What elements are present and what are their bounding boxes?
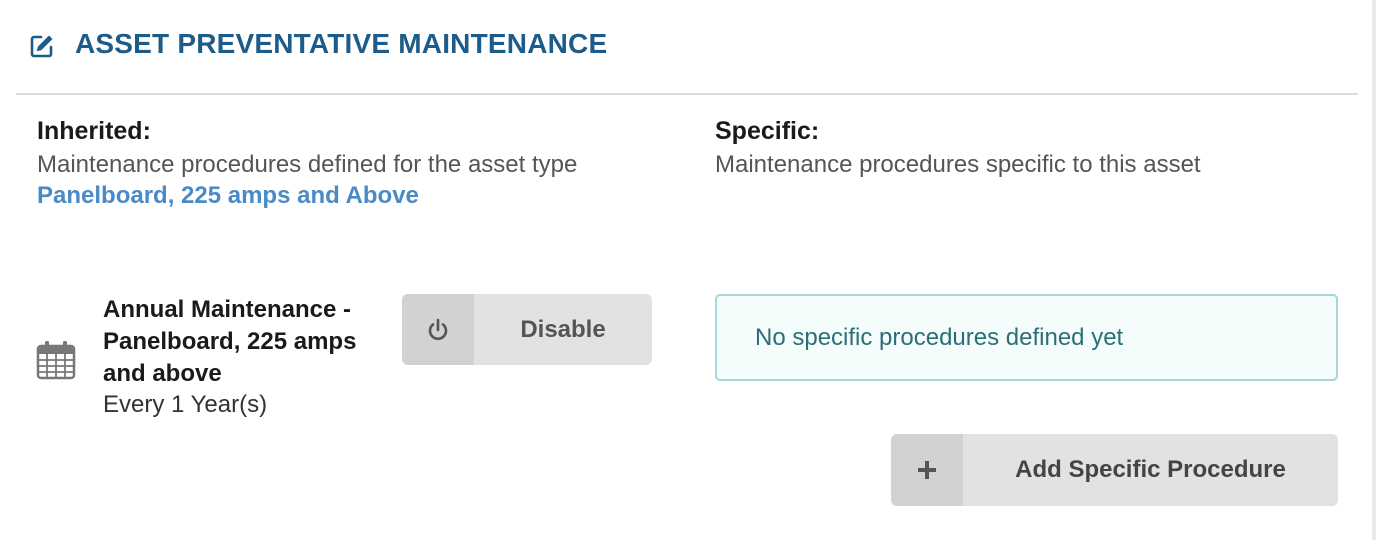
disable-button-label: Disable [474, 294, 652, 365]
procedure-name: Annual Maintenance - Panelboard, 225 amp… [103, 296, 357, 387]
plus-icon [891, 434, 963, 506]
calendar-icon [36, 341, 76, 380]
empty-procedures-alert: No specific procedures defined yet [715, 294, 1338, 381]
empty-procedures-message: No specific procedures defined yet [755, 324, 1124, 351]
inherited-title: Inherited: [37, 117, 151, 145]
add-specific-procedure-label: Add Specific Procedure [963, 434, 1338, 506]
page-title: ASSET PREVENTATIVE MAINTENANCE [75, 28, 608, 59]
panel-header: ASSET PREVENTATIVE MAINTENANCE [16, 0, 1358, 95]
asset-type-link[interactable]: Panelboard, 225 amps and Above [37, 182, 419, 210]
edit-icon [30, 35, 53, 58]
disable-button[interactable]: Disable [402, 294, 652, 365]
specific-description: Maintenance procedures specific to this … [715, 151, 1201, 178]
procedure-frequency: Every 1 Year(s) [103, 391, 268, 418]
inherited-description: Maintenance procedures defined for the a… [37, 151, 578, 178]
specific-title: Specific: [715, 117, 820, 145]
power-icon [402, 294, 474, 365]
add-specific-procedure-button[interactable]: Add Specific Procedure [891, 434, 1338, 506]
asset-preventative-maintenance-panel: ASSET PREVENTATIVE MAINTENANCE Inherited… [0, 0, 1376, 540]
